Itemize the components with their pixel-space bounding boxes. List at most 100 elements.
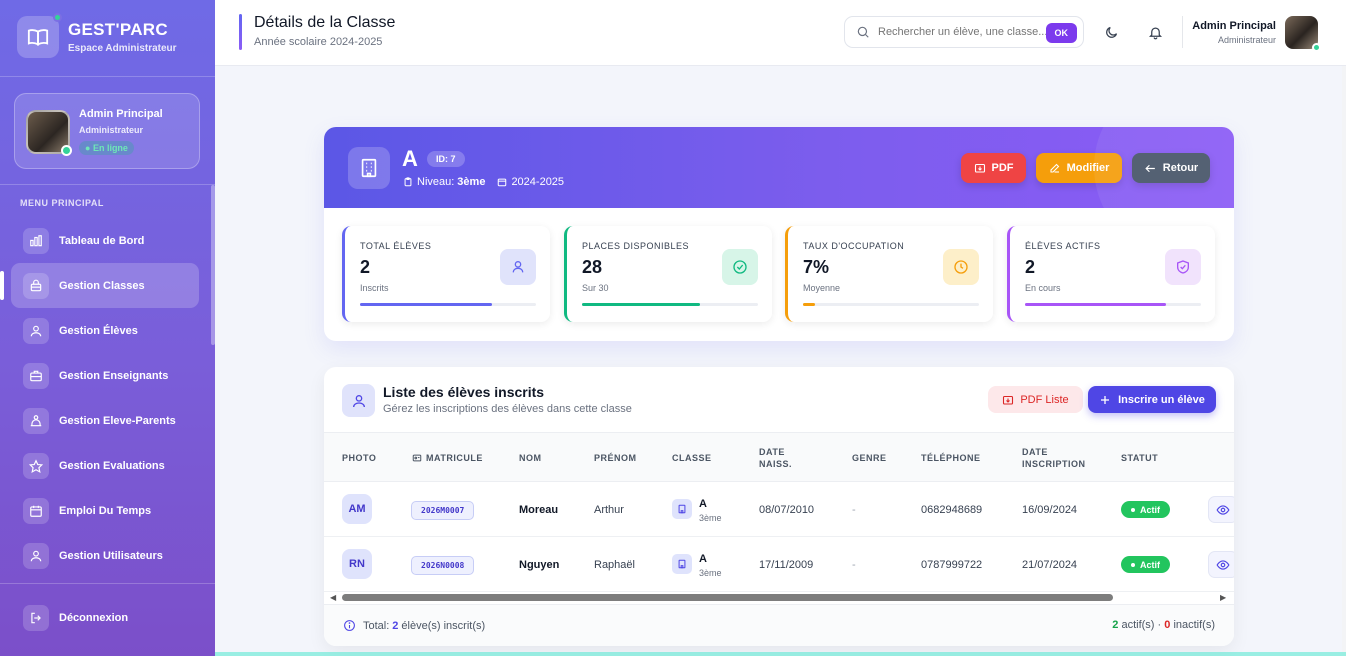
book-icon (17, 13, 62, 58)
scrollbar-thumb[interactable] (342, 594, 1113, 601)
gender: - (852, 559, 856, 571)
file-pdf-icon (1003, 395, 1014, 405)
status-badge: ● En ligne (79, 141, 134, 155)
class-name: A (699, 553, 707, 565)
add-student-button[interactable]: Inscrire un élève (1088, 386, 1216, 413)
search-bar: OK (844, 16, 1084, 48)
class-level: 3ème (457, 176, 486, 188)
brand-subtitle: Espace Administrateur (68, 43, 177, 54)
stat-sub: En cours (1025, 283, 1061, 293)
class-name: A (402, 146, 418, 171)
sidebar-item-label: Gestion Utilisateurs (59, 549, 163, 562)
pdf-button[interactable]: PDF (961, 153, 1026, 183)
header-user-name: Admin Principal (1192, 20, 1276, 32)
users-icon (342, 384, 375, 417)
clock-icon (943, 249, 979, 285)
active-summary: 2 actif(s) · 0 inactif(s) (1112, 619, 1215, 631)
sidebar-scrollbar[interactable] (211, 185, 215, 345)
divider (1182, 16, 1183, 48)
total-count: 2 (392, 619, 399, 632)
sidebar-item-classes[interactable]: Gestion Classes (0, 263, 199, 308)
header-user-role: Administrateur (1217, 35, 1276, 45)
sidebar-item-users[interactable]: Gestion Utilisateurs (11, 533, 199, 578)
sidebar-item-timetable[interactable]: Emploi Du Temps (11, 488, 199, 533)
calendar-icon (23, 497, 49, 524)
scroll-right-icon[interactable]: ▶ (1220, 593, 1226, 602)
sidebar-item-students[interactable]: Gestion Élèves (11, 308, 199, 353)
edit-button[interactable]: Modifier (1036, 153, 1122, 183)
matricule-badge: 2026M0007 (411, 501, 475, 520)
page-title: Détails de la Classe (254, 14, 396, 31)
sidebar-item-label: Tableau de Bord (59, 234, 145, 247)
family-icon (23, 407, 49, 434)
view-button[interactable] (1208, 496, 1234, 523)
sidebar-item-evaluations[interactable]: Gestion Evaluations (11, 443, 199, 488)
id-card-icon (412, 454, 422, 462)
avatar[interactable] (1285, 16, 1321, 52)
view-button[interactable] (1208, 551, 1234, 578)
sidebar-item-label: Gestion Eleve-Parents (59, 414, 176, 427)
online-dot (1312, 43, 1321, 52)
sidebar: GEST'PARC Espace Administrateur Admin Pr… (0, 0, 215, 656)
building-icon (672, 554, 692, 574)
stat-value: 7% (803, 257, 830, 277)
status-badge: Actif (1121, 501, 1170, 518)
content-scrollbar[interactable] (1342, 66, 1346, 656)
column-header-matricule: MATRICULE (412, 452, 483, 464)
moon-icon[interactable] (1102, 23, 1120, 41)
student-initials: AM (342, 494, 372, 524)
pdf-list-button[interactable]: PDF Liste (988, 386, 1083, 413)
column-header-label: MATRICULE (426, 453, 483, 463)
column-header-statut: STATUT (1121, 453, 1159, 463)
stat-label: ÉLÈVES ACTIFS (1025, 241, 1101, 251)
scroll-left-icon[interactable]: ◀ (330, 593, 336, 602)
check-circle-icon (722, 249, 758, 285)
stat-sub: Moyenne (803, 283, 841, 293)
online-dot (61, 145, 72, 156)
column-header-enrollment-date: DATE INSCRIPTION (1022, 447, 1086, 469)
search-input[interactable] (878, 26, 1046, 38)
top-header: Détails de la Classe Année scolaire 2024… (215, 0, 1346, 66)
logout-button[interactable]: Déconnexion (11, 596, 199, 640)
calendar-icon (497, 177, 507, 187)
table-header: PHOTO MATRICULE NOM PRÉNOM CLASSE DATE N… (324, 432, 1234, 482)
online-dot (53, 13, 62, 22)
page-bottom-accent (215, 652, 1346, 656)
sidebar-user-card[interactable]: Admin Principal Administrateur ● En lign… (14, 93, 200, 169)
shield-check-icon (1165, 249, 1201, 285)
sidebar-item-student-parents[interactable]: Gestion Eleve-Parents (11, 398, 199, 443)
bell-icon[interactable] (1146, 23, 1164, 41)
birth-date: 17/11/2009 (759, 559, 814, 571)
stat-progress-track (803, 303, 979, 306)
star-icon (23, 452, 49, 479)
student-last-name: Nguyen (519, 559, 560, 571)
back-button[interactable]: Retour (1132, 153, 1210, 183)
stat-progress-track (582, 303, 758, 306)
pdf-list-label: PDF Liste (1020, 393, 1069, 406)
stat-progress-fill (582, 303, 700, 306)
search-icon (856, 25, 870, 39)
stat-label: PLACES DISPONIBLES (582, 241, 690, 251)
list-subtitle: Gérez les inscriptions des élèves dans c… (383, 403, 632, 415)
table-horizontal-scrollbar[interactable]: ◀ ▶ (324, 591, 1234, 603)
students-list-card: Liste des élèves inscrits Gérez les insc… (324, 367, 1234, 646)
eye-icon (1216, 504, 1230, 515)
stat-card: TOTAL ÉLÈVES 2 Inscrits (342, 226, 550, 322)
class-level: 3ème (699, 568, 722, 578)
enrollment-date: 16/09/2024 (1022, 504, 1078, 516)
table-row[interactable]: RN 2026N0008 Nguyen Raphaël A 3ème 17/11… (324, 537, 1234, 592)
user-icon (500, 249, 536, 285)
stat-sub: Sur 30 (582, 283, 609, 293)
page-subtitle: Année scolaire 2024-2025 (254, 36, 383, 48)
stat-progress-fill (1025, 303, 1166, 306)
search-button[interactable]: OK (1045, 23, 1077, 43)
brand[interactable]: GEST'PARC Espace Administrateur (17, 13, 177, 58)
building-icon (348, 147, 390, 189)
avatar (26, 110, 72, 156)
stat-sub: Inscrits (360, 283, 389, 293)
user-role: Administrateur (79, 125, 144, 135)
sidebar-item-dashboard[interactable]: Tableau de Bord (11, 218, 199, 263)
status-badge: Actif (1121, 556, 1170, 573)
sidebar-item-teachers[interactable]: Gestion Enseignants (11, 353, 199, 398)
table-row[interactable]: AM 2026M0007 Moreau Arthur A 3ème 08/07/… (324, 482, 1234, 537)
